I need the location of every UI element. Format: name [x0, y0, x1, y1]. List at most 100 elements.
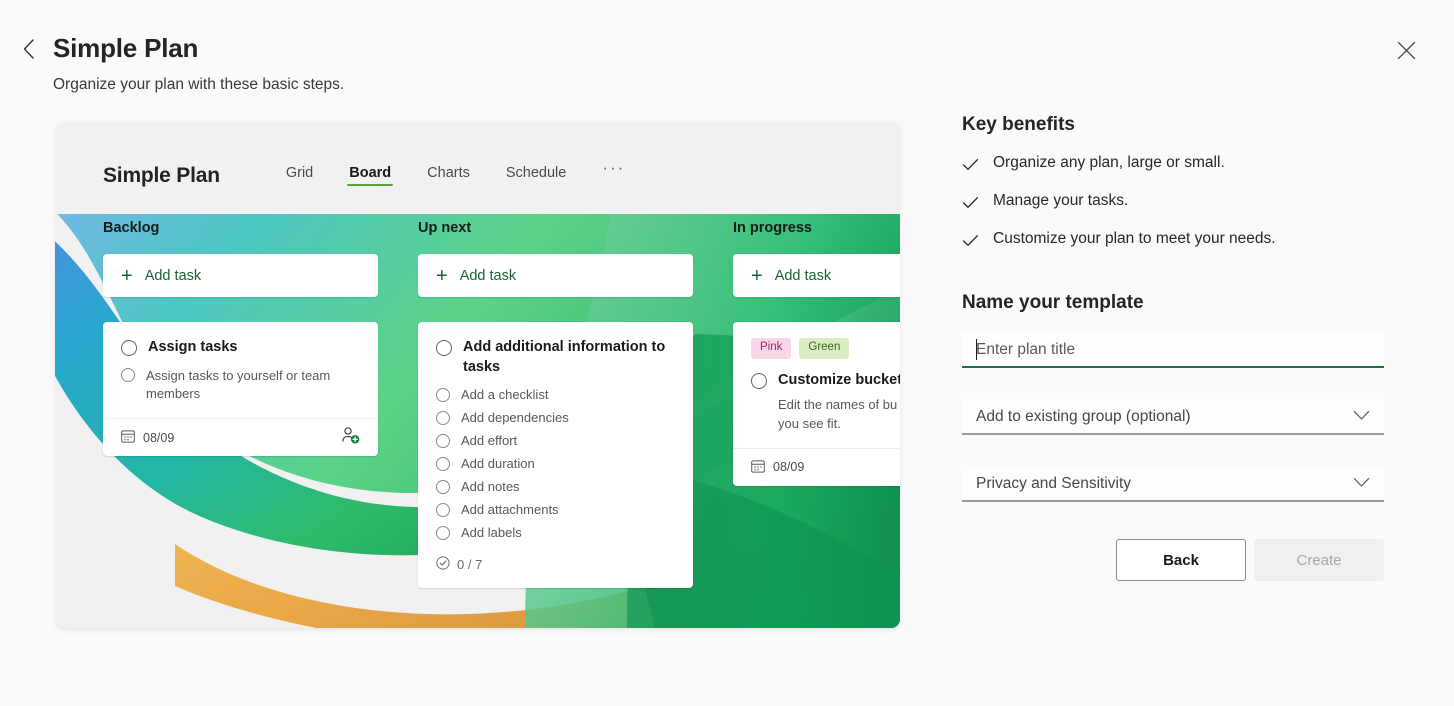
preview-header: Simple Plan Grid Board Charts Schedule ·…: [55, 122, 900, 186]
task-title: Assign tasks: [148, 339, 238, 355]
task-title: Customize bucket: [778, 371, 900, 388]
checklist-item-label: Add labels: [461, 525, 522, 541]
due-date-text: 08/09: [143, 430, 175, 445]
checklist-checkbox-icon[interactable]: [436, 457, 450, 472]
board-column-in-progress: In progress + Add task Pink Green Custom…: [733, 220, 900, 588]
checklist-checkbox-icon[interactable]: [436, 503, 450, 518]
label-chips: Pink Green: [751, 338, 900, 359]
subtask-checkbox-icon[interactable]: [121, 367, 135, 382]
checklist-progress: 0 / 7: [436, 556, 675, 573]
tab-schedule[interactable]: Schedule: [488, 165, 584, 186]
privacy-sensitivity-select[interactable]: Privacy and Sensitivity: [962, 466, 1384, 502]
tab-charts[interactable]: Charts: [409, 165, 488, 186]
checklist-item-label: Add effort: [461, 433, 518, 449]
checklist-progress-text: 0 / 7: [457, 557, 483, 573]
task-card-add-info[interactable]: Add additional information to tasks Add …: [418, 322, 693, 589]
benefit-text: Customize your plan to meet your needs.: [993, 230, 1276, 247]
person-add-icon[interactable]: [341, 426, 360, 450]
checklist-checkbox-icon[interactable]: [436, 480, 450, 495]
existing-group-select[interactable]: Add to existing group (optional): [962, 399, 1384, 435]
checklist-checkbox-icon[interactable]: [436, 526, 450, 541]
task-due-date: 08/09: [751, 459, 804, 476]
close-icon: [1397, 41, 1416, 65]
checklist-item[interactable]: Add attachments: [436, 502, 675, 518]
checklist-checkbox-icon[interactable]: [436, 434, 450, 449]
plus-icon: +: [751, 264, 763, 287]
existing-group-value: Add to existing group (optional): [976, 408, 1191, 425]
column-title: In progress: [733, 220, 812, 236]
add-task-button[interactable]: + Add task: [733, 254, 900, 297]
calendar-icon: [751, 459, 765, 476]
checklist-checkbox-icon[interactable]: [436, 411, 450, 426]
checkmark-circle-icon: [436, 556, 450, 573]
board-column-up-next: Up next + Add task Add additional inform…: [418, 220, 693, 589]
benefit-item: Manage your tasks.: [962, 190, 1384, 216]
checklist-item[interactable]: Add notes: [436, 479, 675, 495]
preview-tab-list: Grid Board Charts Schedule ···: [268, 158, 643, 186]
checkmark-icon: [962, 228, 979, 254]
checklist-item[interactable]: Add duration: [436, 456, 675, 472]
key-benefits-heading: Key benefits: [962, 114, 1075, 135]
plus-icon: +: [436, 264, 448, 287]
due-date-text: 08/09: [773, 460, 805, 475]
add-task-label: Add task: [774, 267, 832, 284]
benefit-item: Organize any plan, large or small.: [962, 152, 1384, 178]
checklist-item[interactable]: Add a checklist: [436, 387, 675, 403]
page-title: Simple Plan: [53, 33, 199, 63]
benefit-text: Manage your tasks.: [993, 192, 1129, 209]
checklist-item[interactable]: Add dependencies: [436, 410, 675, 426]
plan-title-input[interactable]: [962, 341, 1384, 359]
add-task-button[interactable]: + Add task: [418, 254, 693, 297]
board-column-backlog: Backlog + Add task Assign tasks Assign t…: [103, 220, 378, 588]
benefit-text: Organize any plan, large or small.: [993, 154, 1225, 171]
checklist-item-label: Add attachments: [461, 502, 559, 518]
task-card-assign-tasks[interactable]: Assign tasks Assign tasks to yourself or…: [103, 322, 378, 457]
checkmark-icon: [962, 190, 979, 216]
close-button[interactable]: [1391, 38, 1421, 68]
privacy-sensitivity-value: Privacy and Sensitivity: [976, 475, 1132, 492]
board-columns: Backlog + Add task Assign tasks Assign t…: [55, 186, 900, 589]
preview-plan-name: Simple Plan: [103, 164, 220, 187]
checklist-checkbox-icon[interactable]: [436, 388, 450, 403]
page-subtitle: Organize your plan with these basic step…: [53, 76, 345, 93]
add-task-label: Add task: [459, 267, 517, 284]
checklist: Add a checklist Add dependencies Add eff…: [436, 387, 675, 541]
back-button[interactable]: [16, 36, 42, 62]
checklist-item[interactable]: Add labels: [436, 525, 675, 541]
add-task-button[interactable]: + Add task: [103, 254, 378, 297]
checklist-item[interactable]: Add effort: [436, 433, 675, 449]
tab-grid[interactable]: Grid: [268, 165, 331, 186]
details-panel: Key benefits Organize any plan, large or…: [962, 114, 1384, 581]
task-checkbox-icon[interactable]: [436, 340, 452, 356]
benefit-item: Customize your plan to meet your needs.: [962, 228, 1384, 254]
template-preview-card: Simple Plan Grid Board Charts Schedule ·…: [55, 122, 900, 628]
checkmark-icon: [962, 152, 979, 178]
checklist-item-label: Add dependencies: [461, 410, 569, 426]
task-checkbox-icon[interactable]: [751, 372, 767, 389]
calendar-icon: [121, 429, 135, 446]
task-due-date: 08/09: [121, 429, 174, 446]
plus-icon: +: [121, 264, 133, 287]
task-checkbox-icon[interactable]: [121, 340, 137, 356]
dialog-actions: Back Create: [962, 539, 1384, 581]
task-title: Add additional information to tasks: [463, 339, 666, 375]
label-chip-pink[interactable]: Pink: [751, 338, 792, 359]
task-subtitle: Edit the names of bu fit your needs, and…: [778, 397, 900, 431]
tab-overflow-icon[interactable]: ···: [584, 158, 643, 186]
back-button[interactable]: Back: [1116, 539, 1246, 581]
checklist-item-label: Add a checklist: [461, 387, 549, 403]
checklist-item-label: Add notes: [461, 479, 520, 495]
column-title: Up next: [418, 220, 472, 236]
checklist-item-label: Add duration: [461, 456, 535, 472]
text-caret: [976, 339, 977, 360]
chevron-left-icon: [21, 38, 37, 60]
task-subtitle: Assign tasks to yourself or team members: [146, 367, 331, 402]
create-button[interactable]: Create: [1254, 539, 1384, 581]
tab-board[interactable]: Board: [331, 165, 409, 186]
add-task-label: Add task: [144, 267, 202, 284]
plan-title-field[interactable]: [962, 332, 1384, 368]
task-card-customize-buckets[interactable]: Pink Green Customize bucket Edit the nam…: [733, 322, 900, 486]
name-template-heading: Name your template: [962, 292, 1144, 313]
column-title: Backlog: [103, 220, 160, 236]
label-chip-green[interactable]: Green: [799, 338, 850, 359]
